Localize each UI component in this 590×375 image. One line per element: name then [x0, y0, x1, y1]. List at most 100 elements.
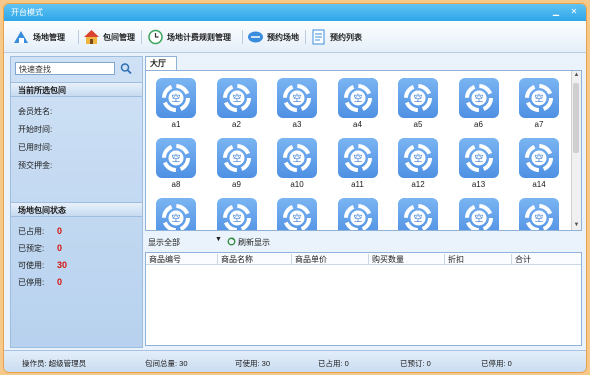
room-tile[interactable]: 空 a11	[334, 138, 382, 193]
room-tile-button[interactable]: 空	[337, 78, 378, 118]
venue-management-button[interactable]: 场地管理	[13, 28, 65, 46]
room-tile[interactable]: 空	[213, 198, 261, 230]
room-tile[interactable]: 空 a1	[152, 78, 200, 133]
column-header[interactable]: 折扣	[444, 254, 464, 265]
room-tile[interactable]: 空	[152, 198, 200, 230]
tab-hall[interactable]: 大厅	[145, 56, 177, 70]
tile-status-glyph: 空	[353, 153, 362, 165]
toolbar-divider	[78, 30, 79, 44]
room-tile-label: a13	[471, 180, 486, 189]
tile-status-glyph: 空	[474, 213, 483, 225]
room-tile-button[interactable]: 空	[458, 78, 499, 118]
close-button[interactable]: ✕	[568, 6, 580, 17]
room-tile-label: a9	[232, 180, 241, 189]
room-tile[interactable]: 空	[515, 198, 563, 230]
filter-select[interactable]: 显示全部	[148, 237, 180, 248]
tile-status-glyph: 空	[292, 213, 301, 225]
room-tile-button[interactable]: 空	[216, 138, 257, 178]
room-tile-button[interactable]: 空	[277, 78, 317, 118]
scroll-down-icon[interactable]: ▼	[572, 221, 581, 230]
room-tile-label: a14	[532, 180, 546, 189]
room-tile[interactable]: 空	[455, 198, 503, 230]
room-tile-button[interactable]: 空	[216, 198, 257, 230]
available-count: 30	[57, 260, 68, 270]
search-icon[interactable]	[119, 62, 133, 75]
toolbar-divider	[141, 30, 142, 44]
disabled-count: 0	[57, 277, 63, 287]
room-tile[interactable]: 空 a10	[273, 138, 321, 193]
room-tile-button[interactable]: 空	[398, 198, 438, 230]
room-management-button[interactable]: 包间管理	[83, 28, 135, 46]
room-tile[interactable]: 空 a9	[213, 138, 261, 193]
toolbar-label: 场地计费规则管理	[167, 32, 231, 42]
lifebuoy-icon: 空	[283, 144, 311, 172]
room-tile[interactable]: 空 a3	[273, 78, 321, 133]
tile-status-glyph: 空	[353, 93, 362, 105]
tile-status-glyph: 空	[534, 93, 543, 105]
billing-rules-button[interactable]: 场地计费规则管理	[147, 28, 231, 46]
room-tile[interactable]: 空 a8	[152, 138, 200, 193]
house-icon	[84, 30, 99, 44]
room-tile-button[interactable]: 空	[337, 198, 378, 230]
room-tile-button[interactable]: 空	[156, 198, 196, 230]
room-tile[interactable]: 空 a13	[455, 138, 503, 193]
room-tile[interactable]: 空	[334, 198, 382, 230]
room-tile[interactable]: 空	[394, 198, 442, 230]
toolbar: 场地管理 包间管理 场地计费规则管理 预约场地 预约列表	[4, 21, 586, 53]
column-header[interactable]: 合计	[511, 254, 531, 265]
toolbar-label: 场地管理	[33, 32, 65, 42]
reserve-venue-button[interactable]: 预约场地	[247, 28, 299, 46]
tile-status-glyph: 空	[534, 153, 543, 165]
room-tile-button[interactable]: 空	[458, 198, 499, 230]
scroll-up-icon[interactable]: ▲	[572, 71, 581, 80]
room-tile-button[interactable]: 空	[519, 138, 559, 178]
item-table: 商品编号 商品名称 商品单价 购买数量 折扣 合计	[145, 252, 582, 346]
clock-icon	[148, 29, 163, 45]
lifebuoy-icon: 空	[525, 204, 553, 230]
room-tile[interactable]: 空 a2	[213, 78, 261, 133]
room-tile-button[interactable]: 空	[156, 78, 196, 118]
room-tile-button[interactable]: 空	[216, 78, 257, 118]
room-tile-button[interactable]: 空	[337, 138, 378, 178]
room-tile-label: a11	[351, 180, 364, 189]
status-operator: 操作员: 超级管理员	[22, 359, 87, 368]
room-tile-button[interactable]: 空	[277, 138, 317, 178]
toolbar-label: 预约列表	[330, 32, 362, 42]
refresh-button[interactable]: 刷新显示	[238, 237, 270, 248]
elapsed-time-label: 已用时间:	[18, 143, 53, 152]
column-header[interactable]: 商品编号	[149, 254, 181, 265]
chevron-down-icon[interactable]: ▼	[215, 236, 222, 243]
status-bar: 操作员: 超级管理员 包间总量: 30 可使用: 30 已占用: 0 已预订: …	[4, 350, 586, 372]
room-tile-button[interactable]: 空	[277, 198, 317, 230]
toolbar-divider	[305, 30, 306, 44]
lifebuoy-icon: 空	[525, 144, 553, 172]
grid-scrollbar[interactable]: ▲ ▼	[571, 71, 581, 230]
room-tile-button[interactable]: 空	[398, 138, 438, 178]
list-icon	[312, 29, 325, 45]
scroll-thumb[interactable]	[573, 83, 579, 153]
room-tile-button[interactable]: 空	[519, 78, 559, 118]
room-tile[interactable]: 空 a12	[394, 138, 442, 193]
room-tile-button[interactable]: 空	[519, 198, 559, 230]
column-header[interactable]: 商品单价	[291, 254, 327, 265]
room-tile[interactable]: 空 a4	[334, 78, 382, 133]
tile-status-glyph: 空	[171, 153, 180, 165]
minimize-button[interactable]: ▁	[550, 6, 562, 17]
room-tile[interactable]: 空 a6	[455, 78, 503, 133]
room-tile[interactable]: 空 a14	[515, 138, 563, 193]
reservation-list-button[interactable]: 预约列表	[310, 28, 362, 46]
search-input[interactable]: 快速查找	[15, 62, 115, 75]
room-tile-button[interactable]: 空	[398, 78, 438, 118]
table-header: 商品编号 商品名称 商品单价 购买数量 折扣 合计	[146, 253, 581, 265]
column-header[interactable]: 商品名称	[217, 254, 253, 265]
room-tile[interactable]: 空 a7	[515, 78, 563, 133]
room-tile[interactable]: 空	[273, 198, 321, 230]
room-tile-button[interactable]: 空	[458, 138, 499, 178]
column-header[interactable]: 购买数量	[368, 254, 404, 265]
status-disabled: 已停用: 0	[481, 359, 512, 368]
room-tile[interactable]: 空 a5	[394, 78, 442, 133]
refresh-icon[interactable]	[227, 237, 236, 246]
room-tile-label: a1	[171, 120, 181, 129]
status-reserved: 已预订: 0	[400, 359, 431, 368]
room-tile-button[interactable]: 空	[156, 138, 196, 178]
